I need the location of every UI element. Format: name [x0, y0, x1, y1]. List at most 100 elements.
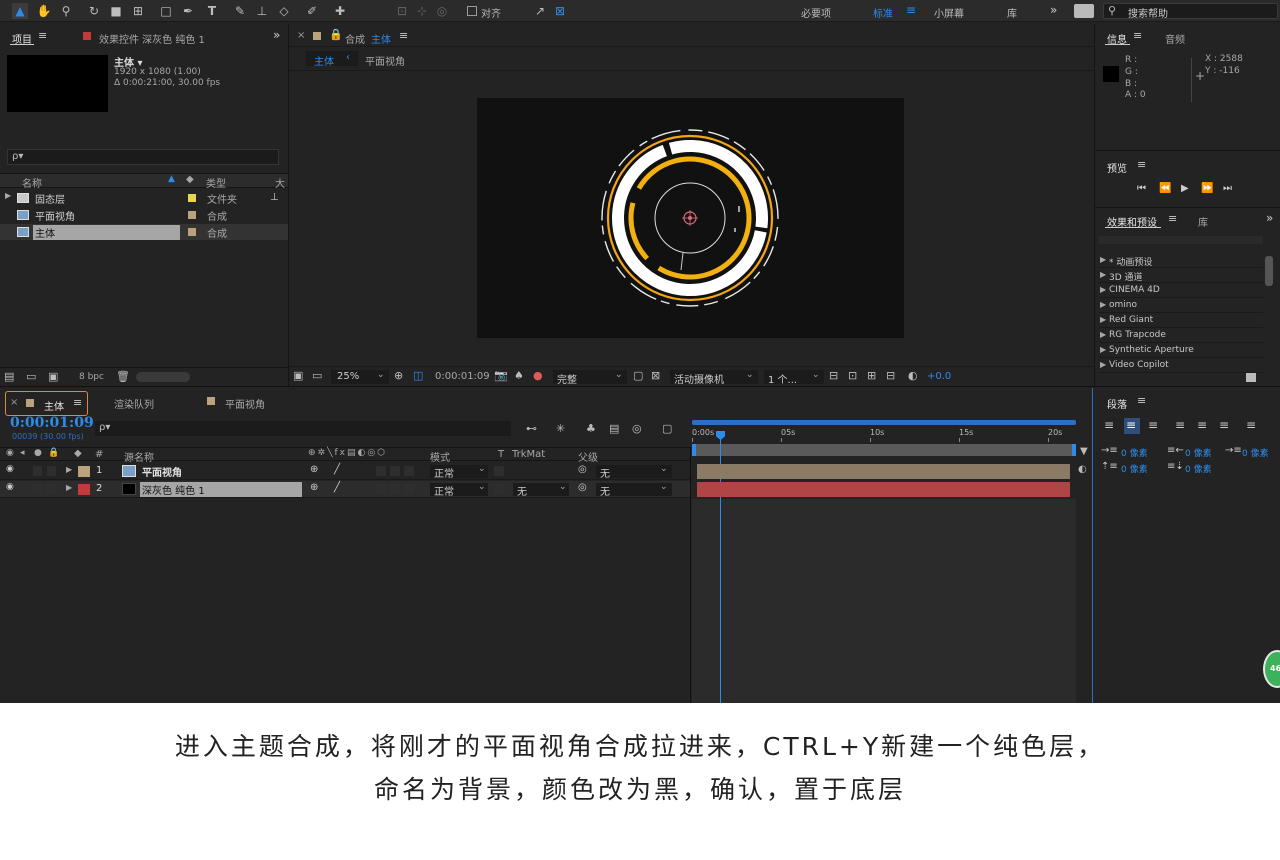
justify-center-icon[interactable]: ≡ [1197, 418, 1207, 432]
comp-flowchart-icon[interactable]: ⊟ [886, 369, 895, 383]
effects-menu-icon[interactable]: ≡ [1168, 212, 1177, 225]
tab-library[interactable]: 库 [1198, 214, 1208, 229]
indent-right-value[interactable]: 0 像素 [1185, 446, 1212, 459]
label-color[interactable] [188, 228, 196, 236]
label-color[interactable] [188, 194, 196, 202]
tab-comp-main[interactable]: 主体 [371, 31, 391, 46]
work-area-range[interactable] [692, 444, 1076, 456]
col-name[interactable]: 名称 [22, 175, 42, 190]
switch-box[interactable] [376, 484, 386, 494]
comp-canvas[interactable] [477, 98, 904, 338]
play-icon[interactable]: ▶ [1181, 183, 1189, 194]
switch-box[interactable] [390, 466, 400, 476]
layer-row[interactable]: ◉ ▶ 2 深灰色 纯色 1 ⊕ ╱ 正常 ⌄ 无 ⌄ ◎ 无 ⌄ [0, 481, 690, 498]
expand-arrow-icon[interactable]: ▶ [1100, 330, 1106, 339]
exposure-value[interactable]: +0.0 [927, 371, 951, 382]
expand-arrow-icon[interactable]: ▶ [1100, 315, 1106, 324]
effects-category-item[interactable]: ▶ Video Copilot [1099, 359, 1263, 373]
panel-overflow-icon[interactable]: » [1266, 211, 1273, 225]
shy-layers-icon[interactable]: ♣ [586, 422, 596, 436]
comp-button-icon[interactable]: ◐ [1078, 464, 1087, 475]
tab-render-queue[interactable]: 渲染队列 [114, 396, 154, 411]
col-parent[interactable]: 父级 [578, 449, 598, 464]
text-tool-icon[interactable]: T [204, 3, 220, 19]
comp-marker-bin-icon[interactable]: ▼ [1080, 446, 1090, 457]
project-item[interactable]: ▶ 固态层 文件夹 [0, 190, 288, 206]
camera-dropdown[interactable]: 活动摄像机 ⌄ [670, 370, 758, 386]
expand-arrow-icon[interactable]: ▶ [1100, 285, 1106, 294]
fast-preview-icon[interactable]: ⊟ [829, 369, 838, 383]
tab-timeline-flat[interactable]: 平面视角 [225, 396, 265, 411]
clone-stamp-tool-icon[interactable]: ⊥ [254, 3, 270, 19]
eraser-tool-icon[interactable]: ◇ [276, 3, 292, 19]
show-snapshot-icon[interactable]: ♠ [514, 369, 524, 383]
solo-switch-icon[interactable]: ● [34, 448, 42, 458]
resolution-dropdown[interactable]: 完整 ⌄ [553, 370, 627, 386]
views-dropdown[interactable]: 1 个... ⌄ [764, 370, 824, 386]
prev-frame-icon[interactable]: ⏪ [1159, 183, 1171, 194]
time-ruler[interactable]: 0:00s 05s 10s 15s 20s [692, 428, 1076, 442]
snapshot-icon[interactable]: 📷 [494, 369, 508, 383]
sort-ascending-icon[interactable]: ▲ [168, 174, 175, 184]
local-axis-icon[interactable]: ⊡ [394, 3, 410, 19]
justify-right-icon[interactable]: ≡ [1219, 418, 1229, 432]
col-mode[interactable]: 模式 [430, 449, 450, 464]
tab-timeline-main[interactable]: 主体 [44, 398, 64, 413]
quality-switch-icon[interactable]: ╱ [334, 464, 340, 475]
zoom-tool-icon[interactable]: ⚲ [58, 3, 74, 19]
puppet-pin-tool-icon[interactable]: ✚ [332, 3, 348, 19]
delete-icon[interactable]: 🗑 [116, 370, 130, 384]
expand-arrow-icon[interactable]: ▶ [1100, 300, 1106, 309]
expand-arrow-icon[interactable]: ▶ [66, 465, 72, 474]
solo-toggle[interactable] [33, 466, 42, 476]
align-checkbox[interactable] [467, 6, 477, 16]
view-axis-icon[interactable]: ◎ [434, 3, 450, 19]
breadcrumb-current[interactable]: 主体 ‹ [306, 51, 358, 68]
expand-arrow-icon[interactable]: ▶ [66, 483, 72, 492]
panel-overflow-icon[interactable]: » [273, 28, 280, 42]
effects-category-item[interactable]: ▶ Synthetic Aperture [1099, 344, 1263, 358]
align-right-icon[interactable]: ≡ [1148, 418, 1158, 432]
region-of-interest-icon[interactable]: ▢ [633, 369, 643, 383]
preview-menu-icon[interactable]: ≡ [1137, 158, 1146, 171]
comp-menu-icon[interactable]: ≡ [399, 29, 408, 42]
transparency-grid-icon[interactable]: ⊠ [651, 369, 660, 383]
justify-left-icon[interactable]: ≡ [1175, 418, 1185, 432]
col-type[interactable]: 类型 [206, 175, 226, 190]
zoom-dropdown[interactable]: 25% ⌄ [331, 370, 389, 384]
col-trkmat[interactable]: TrkMat [512, 449, 545, 460]
workspace-menu-icon[interactable]: ≡ [906, 3, 916, 17]
expand-arrow-icon[interactable]: ▶ [1100, 345, 1106, 354]
thumbnail-zoom-slider[interactable] [136, 372, 190, 382]
align-center-icon[interactable]: ≡ [1126, 418, 1136, 432]
close-tab-icon[interactable]: × [297, 30, 305, 41]
effects-search-input[interactable] [1099, 236, 1263, 244]
grid-icon[interactable]: ⊕ [394, 369, 403, 383]
tab-audio[interactable]: 音频 [1165, 31, 1185, 46]
paragraph-title[interactable]: 段落 [1107, 396, 1127, 411]
workspace-essentials[interactable]: 必要项 [801, 5, 831, 20]
always-preview-icon[interactable]: ▣ [293, 369, 303, 383]
bit-depth[interactable]: 8 bpc [79, 372, 104, 382]
rotate-tool-icon[interactable]: ↻ [86, 3, 102, 19]
monitor-icon[interactable]: ▭ [312, 369, 322, 383]
world-axis-icon[interactable]: ⊹ [414, 3, 430, 19]
shy-switch-icon[interactable]: ⊕ [310, 482, 318, 493]
viewer-timecode[interactable]: 0:00:01:09 [435, 371, 490, 382]
label-column-icon[interactable]: ◆ [186, 174, 194, 185]
col-source-name[interactable]: 源名称 [124, 449, 154, 464]
info-menu-icon[interactable]: ≡ [1133, 29, 1142, 42]
effects-category-item[interactable]: ▶ 3D 通道 [1099, 269, 1263, 283]
pick-whip-icon[interactable]: ◎ [578, 464, 587, 475]
snap-icon[interactable]: ↗ [532, 3, 548, 19]
expand-arrow-icon[interactable]: ▶ [5, 191, 11, 200]
align-left-icon[interactable]: ≡ [1104, 418, 1114, 432]
effects-category-item[interactable]: ▶ Red Giant [1099, 314, 1263, 328]
timeline-graph-area[interactable] [692, 499, 1076, 703]
flowchart-icon[interactable]: ⊞ [867, 369, 876, 383]
project-search-input[interactable]: ρ▾ [7, 149, 279, 165]
help-search-input[interactable]: ⚲ 搜索帮助 [1103, 3, 1278, 20]
pen-tool-icon[interactable]: ✒ [180, 3, 196, 19]
parent-dropdown[interactable]: 无 ⌄ [596, 482, 672, 498]
lock-switch-icon[interactable]: 🔒 [48, 448, 59, 458]
